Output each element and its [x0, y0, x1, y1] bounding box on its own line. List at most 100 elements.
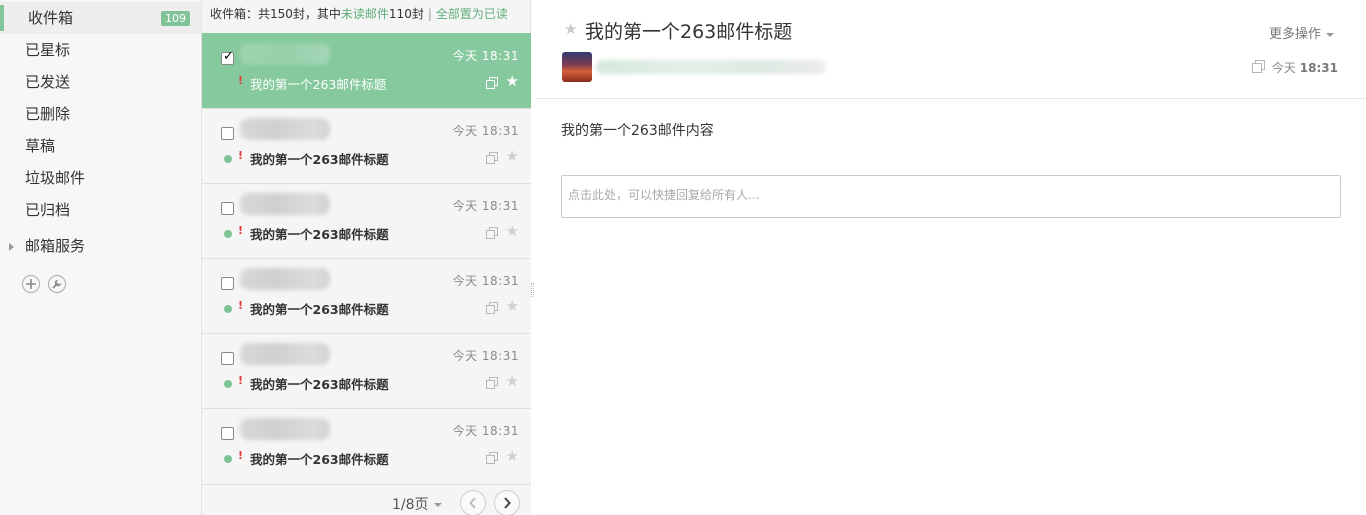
page-selector[interactable]: 1/8页	[392, 494, 442, 514]
folder-label: 已发送	[25, 73, 71, 91]
more-actions-button[interactable]: 更多操作	[1269, 23, 1334, 42]
unread-dot-icon	[224, 305, 232, 313]
priority-icon: !	[238, 74, 244, 87]
message-list-item[interactable]: 今天 18:31 ! 我的第一个263邮件标题 ★	[202, 258, 531, 333]
priority-icon: !	[238, 299, 244, 312]
star-icon[interactable]: ★	[506, 222, 519, 240]
folder-sidebar: 收件箱 109 已星标 已发送 已删除 草稿 垃圾邮件 已归档 邮箱服务	[0, 0, 202, 515]
pagination-bar: 1/8页	[202, 484, 531, 515]
expand-arrow-icon	[9, 243, 14, 251]
select-checkbox[interactable]	[221, 127, 234, 140]
folder-label: 垃圾邮件	[25, 169, 86, 187]
message-subject: 我的第一个263邮件标题	[250, 302, 389, 317]
star-icon[interactable]: ★	[506, 72, 519, 90]
sender-name-blurred	[240, 418, 330, 440]
folder-label: 收件箱	[28, 9, 74, 27]
star-icon[interactable]: ★	[506, 372, 519, 390]
copy-icon[interactable]	[486, 77, 498, 89]
resize-handle[interactable]	[531, 283, 534, 297]
folder-label: 已归档	[25, 201, 71, 219]
copy-icon[interactable]	[486, 152, 498, 164]
priority-icon: !	[238, 224, 244, 237]
folder-label: 已删除	[25, 105, 71, 123]
separator: |	[427, 7, 432, 21]
unread-count-badge: 109	[161, 11, 190, 26]
chevron-left-icon	[469, 497, 476, 509]
sender-address-blurred	[596, 60, 826, 74]
unread-dot-icon	[224, 230, 232, 238]
message-body: 我的第一个263邮件内容	[561, 123, 714, 139]
next-page-button[interactable]	[494, 490, 520, 515]
message-time: 今天 18:31	[452, 349, 519, 363]
avatar[interactable]	[562, 52, 592, 82]
select-checkbox[interactable]: ✓	[221, 49, 234, 65]
unread-filter-link[interactable]: 未读邮件	[341, 7, 389, 21]
sender-name-blurred	[240, 43, 330, 65]
sidebar-item-archived[interactable]: 已归档	[0, 194, 201, 226]
message-list-item[interactable]: 今天 18:31 ! 我的第一个263邮件标题 ★	[202, 408, 531, 483]
sidebar-item-sent[interactable]: 已发送	[0, 66, 201, 98]
chevron-down-icon	[433, 503, 442, 507]
priority-icon: !	[238, 374, 244, 387]
unread-dot-icon	[224, 380, 232, 388]
select-checkbox[interactable]	[221, 427, 234, 440]
checkmark-icon: ✓	[223, 49, 234, 64]
divider	[536, 98, 1366, 99]
message-subject: 我的第一个263邮件标题	[250, 377, 389, 392]
sender-name-blurred	[240, 268, 330, 290]
unread-count-text: 110封	[388, 7, 424, 21]
quick-reply-input[interactable]: 点击此处，可以快捷回复给所有人...	[561, 175, 1341, 218]
sender-name-blurred	[240, 193, 330, 215]
sidebar-item-deleted[interactable]: 已删除	[0, 98, 201, 130]
chevron-right-icon	[504, 497, 511, 509]
prev-page-button[interactable]	[460, 490, 486, 515]
sidebar-item-spam[interactable]: 垃圾邮件	[0, 162, 201, 194]
wrench-icon[interactable]	[48, 275, 66, 293]
message-list-item[interactable]: ✓ 今天 18:31 ! 我的第一个263邮件标题 ★	[202, 33, 531, 108]
plus-circle-icon[interactable]	[22, 275, 40, 293]
star-icon[interactable]: ★	[564, 20, 577, 38]
message-time: 今天 18:31	[452, 124, 519, 138]
more-actions-label: 更多操作	[1268, 27, 1321, 42]
message-title: 我的第一个263邮件标题	[585, 21, 793, 43]
folder-label: 草稿	[25, 137, 56, 155]
sidebar-item-inbox[interactable]: 收件箱 109	[0, 2, 201, 34]
message-subject: 我的第一个263邮件标题	[250, 452, 389, 467]
unread-dot-icon	[224, 455, 232, 463]
message-time: 今天 18:31	[452, 424, 519, 438]
reading-pane: ★ 我的第一个263邮件标题 更多操作 今天 18:31 我的第一个263邮件内容…	[531, 0, 1366, 515]
chevron-down-icon	[1326, 32, 1334, 37]
sidebar-item-mail-services[interactable]: 邮箱服务	[0, 230, 201, 262]
message-subject: 我的第一个263邮件标题	[250, 227, 389, 242]
sidebar-item-starred[interactable]: 已星标	[0, 34, 201, 66]
message-list-item[interactable]: 今天 18:31 ! 我的第一个263邮件标题 ★	[202, 183, 531, 258]
folder-label: 邮箱服务	[25, 237, 86, 255]
inbox-summary: 收件箱：共150封，其中未读邮件110封 | 全部置为已读	[210, 6, 508, 22]
sender-name-blurred	[240, 118, 330, 140]
message-subject: 我的第一个263邮件标题	[250, 77, 387, 92]
copy-icon[interactable]	[486, 227, 498, 239]
summary-text: 收件箱：共150封，其中	[210, 7, 341, 21]
sidebar-item-drafts[interactable]: 草稿	[0, 130, 201, 162]
copy-icon[interactable]	[486, 377, 498, 389]
priority-icon: !	[238, 449, 244, 462]
copy-icon[interactable]	[486, 302, 498, 314]
message-time: 今天 18:31	[452, 274, 519, 288]
timestamp-clock: 18:31	[1299, 61, 1338, 75]
select-checkbox[interactable]	[221, 352, 234, 365]
star-icon[interactable]: ★	[506, 147, 519, 165]
select-checkbox[interactable]	[221, 277, 234, 290]
copy-icon[interactable]	[1252, 60, 1265, 73]
message-time: 今天 18:31	[452, 199, 519, 213]
folder-label: 已星标	[25, 41, 71, 59]
star-icon[interactable]: ★	[506, 297, 519, 315]
message-time: 今天 18:31	[452, 49, 519, 63]
star-icon[interactable]: ★	[506, 447, 519, 465]
message-list-item[interactable]: 今天 18:31 ! 我的第一个263邮件标题 ★	[202, 333, 531, 408]
copy-icon[interactable]	[486, 452, 498, 464]
select-checkbox[interactable]	[221, 202, 234, 215]
priority-icon: !	[238, 149, 244, 162]
message-list-item[interactable]: 今天 18:31 ! 我的第一个263邮件标题 ★	[202, 108, 531, 183]
sender-name-blurred	[240, 343, 330, 365]
mark-all-read-link[interactable]: 全部置为已读	[436, 7, 508, 21]
